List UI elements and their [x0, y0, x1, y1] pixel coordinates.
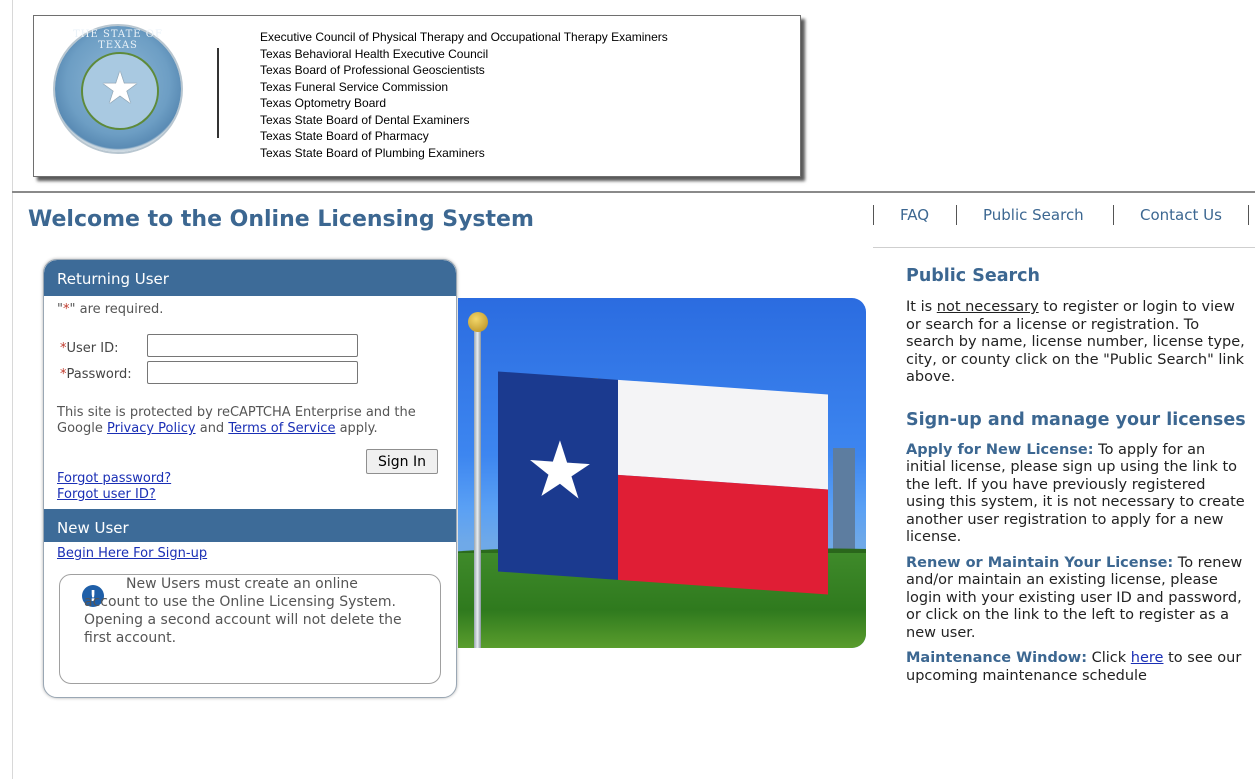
new-user-notice-text: New Users must create an online account … — [84, 576, 402, 646]
forgot-user-id-link[interactable]: Forgot user ID? — [57, 487, 156, 502]
new-user-notice: ! New Users must create an online accoun… — [59, 574, 441, 684]
seal-ring-text: THE STATE OF TEXAS — [73, 29, 163, 51]
agency-item: Texas Funeral Service Commission — [260, 79, 449, 94]
user-id-label: *User ID: — [60, 341, 119, 356]
banner-divider — [217, 48, 219, 138]
returning-user-title: Returning User — [57, 270, 169, 288]
signup-heading: Sign-up and manage your licenses — [906, 409, 1246, 430]
agency-item: Texas State Board of Plumbing Examiners — [260, 145, 485, 160]
required-note: "*" are required. — [57, 302, 164, 317]
flagpole-finial — [468, 312, 488, 332]
page-title: Welcome to the Online Licensing System — [28, 207, 534, 232]
password-input[interactable] — [147, 361, 358, 384]
nav-separator — [1113, 205, 1114, 225]
nav-separator — [956, 205, 957, 225]
agency-item: Texas Board of Professional Geoscientist… — [260, 63, 485, 77]
new-user-title: New User — [57, 519, 129, 537]
public-search-text: It is not necessary to register or login… — [906, 299, 1245, 385]
nav-rule — [873, 247, 1255, 248]
info-column: Public Search It is not necessary to reg… — [906, 265, 1246, 685]
left-border — [12, 0, 13, 779]
recaptcha-notice: This site is protected by reCAPTCHA Ente… — [57, 405, 416, 436]
agency-item: Texas Optometry Board — [260, 96, 387, 110]
flagpole — [474, 328, 481, 648]
agency-list: Executive Council of Physical Therapy an… — [260, 29, 668, 161]
maintenance-here-link[interactable]: here — [1131, 650, 1164, 666]
public-search-heading: Public Search — [906, 266, 1041, 286]
new-user-header: New User — [44, 509, 456, 542]
flag-star-icon: ★ — [525, 423, 595, 519]
agency-item: Executive Council of Physical Therapy an… — [260, 30, 668, 44]
forgot-password-link[interactable]: Forgot password? — [57, 471, 171, 486]
nav-contact-us-link[interactable]: Contact Us — [1140, 206, 1222, 224]
nav-separator — [873, 205, 874, 225]
terms-of-service-link[interactable]: Terms of Service — [228, 421, 335, 436]
star-icon: ★ — [100, 63, 140, 114]
user-id-input[interactable] — [147, 334, 358, 357]
agency-item: Texas Behavioral Health Executive Counci… — [260, 46, 489, 61]
sign-in-button[interactable]: Sign In — [366, 449, 438, 474]
nav-faq-link[interactable]: FAQ — [900, 206, 929, 224]
texas-flag-image: ★ — [458, 298, 866, 648]
header-banner: THE STATE OF TEXAS ★ Executive Council o… — [33, 15, 801, 177]
begin-signup-link[interactable]: Begin Here For Sign-up — [57, 546, 207, 561]
renew-text: Renew or Maintain Your License: To renew… — [906, 554, 1243, 641]
texas-state-seal: THE STATE OF TEXAS ★ — [55, 26, 181, 152]
maintenance-text: Maintenance Window: Click here to see ou… — [906, 650, 1242, 684]
agency-item: Texas State Board of Dental Examiners — [260, 112, 470, 127]
returning-user-header: Returning User — [44, 260, 456, 296]
privacy-policy-link[interactable]: Privacy Policy — [107, 421, 196, 436]
seal-center: ★ — [81, 52, 159, 130]
password-label: *Password: — [60, 367, 132, 382]
agency-item: Texas State Board of Pharmacy — [260, 129, 429, 143]
nav-separator — [1248, 205, 1249, 225]
login-panel: Returning User "*" are required. *User I… — [43, 259, 457, 698]
header-rule — [12, 191, 1255, 193]
flag: ★ — [498, 371, 828, 595]
apply-text: Apply for New License: To apply for an i… — [906, 441, 1245, 546]
nav-public-search-link[interactable]: Public Search — [983, 206, 1084, 224]
